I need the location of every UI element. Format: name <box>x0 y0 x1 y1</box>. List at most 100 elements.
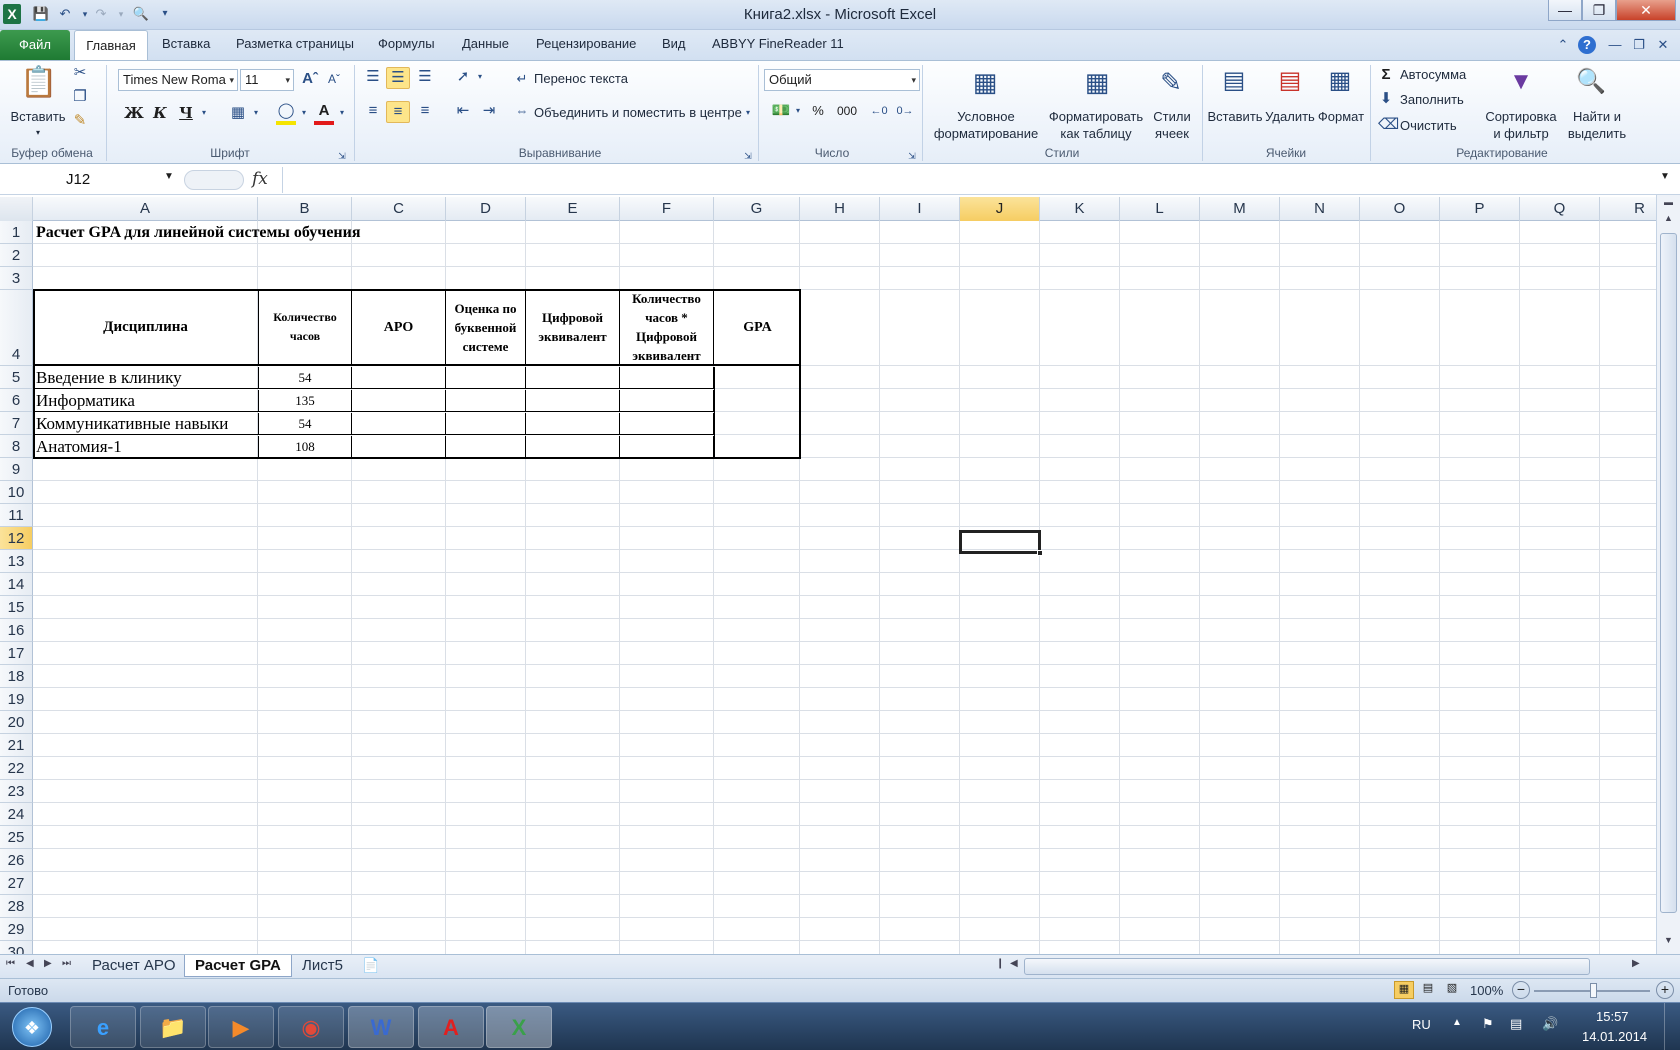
column-header-b[interactable]: B <box>258 197 352 221</box>
increase-font-icon[interactable]: Aˆ <box>300 69 320 89</box>
thousands-separator-button[interactable]: 000 <box>834 101 860 121</box>
row-header-5[interactable]: 5 <box>0 366 33 389</box>
font-dialog-launcher-icon[interactable]: ⇲ <box>336 146 348 166</box>
ie-taskbar-icon[interactable]: e <box>70 1006 136 1048</box>
row-header-7[interactable]: 7 <box>0 412 33 435</box>
tab-home[interactable]: Главная <box>74 30 148 61</box>
tab-formulas[interactable]: Формулы <box>374 36 439 51</box>
normal-view-icon[interactable]: ▦ <box>1394 981 1414 999</box>
tab-file[interactable]: Файл <box>0 30 70 60</box>
insert-function-icon[interactable]: fx <box>252 169 268 189</box>
empty-table-cell[interactable] <box>620 413 714 435</box>
fill-color-icon[interactable]: ◯ <box>276 101 296 125</box>
row-header-14[interactable]: 14 <box>0 573 33 596</box>
merge-center-icon[interactable]: ⇔ <box>512 101 532 121</box>
discipline-name-cell[interactable]: Введение в клинику <box>33 367 259 389</box>
header-letter-grade[interactable]: Оценка по буквенной системе <box>446 290 526 366</box>
discipline-name-cell[interactable]: Анатомия-1 <box>33 436 259 459</box>
tab-abbyy[interactable]: ABBYY FineReader 11 <box>708 36 848 51</box>
scroll-down-icon[interactable]: ▼ <box>1660 935 1677 951</box>
header-digital-equivalent[interactable]: Цифровой эквивалент <box>526 290 620 366</box>
borders-icon[interactable]: ▦ <box>228 103 248 123</box>
column-header-i[interactable]: I <box>880 197 960 221</box>
orientation-icon[interactable]: ➚ <box>452 67 474 87</box>
row-header-3[interactable]: 3 <box>0 267 33 290</box>
vertical-scrollbar[interactable]: ▬ ▲ ▼ <box>1656 195 1680 955</box>
tab-page-layout[interactable]: Разметка страницы <box>232 36 358 51</box>
tab-review[interactable]: Рецензирование <box>532 36 640 51</box>
empty-table-cell[interactable] <box>446 436 526 459</box>
bold-button[interactable]: Ж <box>124 103 144 123</box>
empty-table-cell[interactable] <box>620 367 714 389</box>
increase-indent-icon[interactable]: ⇥ <box>478 101 500 121</box>
empty-table-cell[interactable] <box>526 413 620 435</box>
row-header-2[interactable]: 2 <box>0 244 33 267</box>
column-header-p[interactable]: P <box>1440 197 1520 221</box>
align-bottom-icon[interactable]: ☰ <box>414 67 436 87</box>
insert-cells-icon[interactable]: ▤ <box>1218 65 1250 97</box>
column-header-q[interactable]: Q <box>1520 197 1600 221</box>
column-header-g[interactable]: G <box>714 197 800 221</box>
insert-cells-button[interactable]: Вставить <box>1206 109 1264 125</box>
row-header-17[interactable]: 17 <box>0 642 33 665</box>
clock-date[interactable]: 14.01.2014 <box>1582 1029 1647 1044</box>
row-header-9[interactable]: 9 <box>0 458 33 481</box>
tab-insert[interactable]: Вставка <box>158 36 214 51</box>
horizontal-scroll-thumb[interactable] <box>1024 958 1590 975</box>
sort-filter-label-2[interactable]: и фильтр <box>1478 126 1564 142</box>
paste-dropdown-icon[interactable]: ▾ <box>30 125 46 141</box>
header-apo[interactable]: APO <box>352 290 446 366</box>
vertical-scroll-thumb[interactable] <box>1660 233 1677 913</box>
workbook-minimize-icon[interactable]: — <box>1606 36 1624 54</box>
empty-table-cell[interactable] <box>446 390 526 412</box>
row-header-16[interactable]: 16 <box>0 619 33 642</box>
workbook-restore-icon[interactable]: ❐ <box>1630 36 1648 54</box>
column-header-j[interactable]: J <box>960 197 1040 221</box>
clear-icon[interactable]: ⌫ <box>1378 115 1399 135</box>
acrobat-taskbar-icon[interactable]: A <box>418 1006 484 1048</box>
fill-button[interactable]: Заполнить <box>1400 92 1464 108</box>
merge-center-button[interactable]: Объединить и поместить в центре <box>534 105 742 121</box>
scroll-up-icon[interactable]: ▲ <box>1660 213 1677 229</box>
borders-dropdown-icon[interactable]: ▾ <box>250 103 262 123</box>
header-gpa[interactable]: GPA <box>714 290 801 366</box>
autosum-icon[interactable]: Σ <box>1378 65 1394 85</box>
currency-format-icon[interactable]: 💵 <box>770 101 792 121</box>
row-header-11[interactable]: 11 <box>0 504 33 527</box>
page-layout-view-icon[interactable]: ▤ <box>1418 981 1438 999</box>
select-all-corner[interactable] <box>0 197 33 221</box>
font-color-dropdown-icon[interactable]: ▾ <box>336 103 348 123</box>
word-taskbar-icon[interactable]: W <box>348 1006 414 1048</box>
format-as-table-label-1[interactable]: Форматировать <box>1046 109 1146 125</box>
delete-cells-icon[interactable]: ▤ <box>1274 65 1306 97</box>
zoom-level[interactable]: 100% <box>1470 983 1503 998</box>
format-painter-icon[interactable]: ✎ <box>70 111 90 131</box>
minimize-button[interactable]: — <box>1548 0 1582 21</box>
network-icon[interactable]: ▤ <box>1510 1016 1522 1032</box>
row-header-4[interactable]: 4 <box>0 290 33 366</box>
copy-icon[interactable]: ❐ <box>70 87 90 107</box>
media-player-taskbar-icon[interactable]: ▶ <box>208 1006 274 1048</box>
paste-icon[interactable]: 📋 <box>20 65 57 101</box>
sheet-tab-apo[interactable]: Расчет APO <box>82 955 186 977</box>
action-center-icon[interactable]: ⚑ <box>1482 1016 1494 1032</box>
maximize-button[interactable]: ❐ <box>1582 0 1616 21</box>
row-header-6[interactable]: 6 <box>0 389 33 412</box>
autosum-button[interactable]: Автосумма <box>1400 67 1466 83</box>
empty-table-cell[interactable] <box>446 367 526 389</box>
zoom-slider-thumb[interactable] <box>1590 983 1597 998</box>
column-header-m[interactable]: M <box>1200 197 1280 221</box>
explorer-taskbar-icon[interactable]: 📁 <box>140 1006 206 1048</box>
sheet-tab-list5[interactable]: Лист5 <box>292 955 353 977</box>
wrap-text-button[interactable]: Перенос текста <box>534 71 628 87</box>
number-dialog-launcher-icon[interactable]: ⇲ <box>906 146 918 166</box>
fill-icon[interactable]: ⬇ <box>1378 89 1394 109</box>
row-header-10[interactable]: 10 <box>0 481 33 504</box>
worksheet-grid[interactable]: A B C D E F G H I J K L M N O P Q R 1234… <box>0 197 1656 954</box>
empty-table-cell[interactable] <box>526 436 620 459</box>
column-header-a[interactable]: A <box>33 197 258 221</box>
underline-button[interactable]: Ч <box>176 103 196 123</box>
row-header-13[interactable]: 13 <box>0 550 33 573</box>
font-size-select[interactable]: 11 ▾ <box>240 69 294 91</box>
delete-cells-button[interactable]: Удалить <box>1262 109 1318 125</box>
